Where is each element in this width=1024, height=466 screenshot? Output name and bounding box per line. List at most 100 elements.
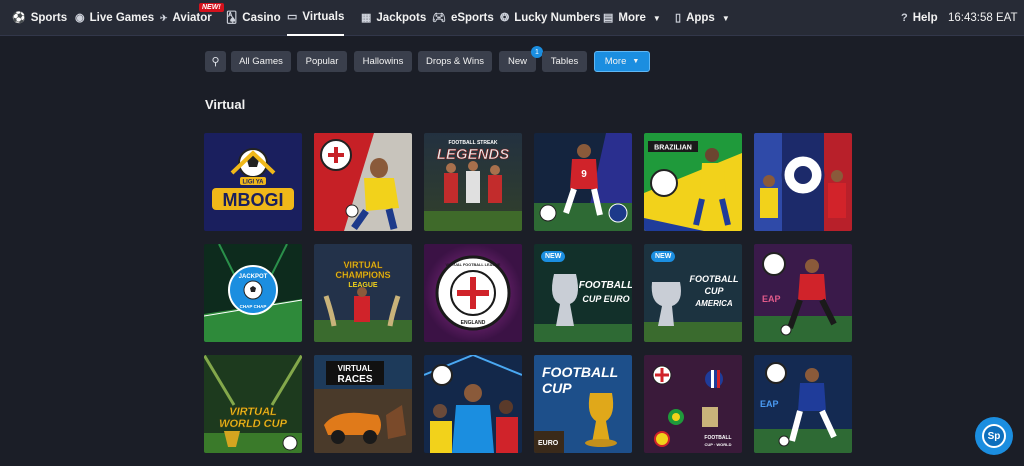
tile-text: LEGENDS	[437, 146, 510, 163]
chevron-down-icon: ▼	[632, 58, 640, 65]
live-icon: ◉	[75, 11, 85, 24]
new-tag: NEW	[651, 251, 676, 262]
chip-more[interactable]: More ▼	[594, 51, 650, 72]
tile-art: FOOTBALL STREAK LEGENDS	[424, 133, 522, 231]
nav-sports[interactable]: ⚽ Sports	[12, 0, 67, 36]
tile-text: VIRTUAL	[344, 260, 383, 270]
tile-art	[314, 133, 412, 231]
game-tile-virtual-football-league-9[interactable]: 9	[534, 133, 632, 231]
section-title: Virtual	[205, 97, 246, 112]
game-tile-football-cup-trophy[interactable]: FOOTBALL CUP EURO	[534, 355, 632, 453]
tile-text: BRAZILIAN	[654, 145, 692, 152]
grid-icon: ▦	[361, 11, 372, 24]
tile-text: RACES	[337, 374, 372, 385]
nav-casino[interactable]: 🂡 Casino	[226, 0, 281, 36]
tile-text: WORLD CUP	[219, 418, 287, 430]
gamepad-icon: 🎮︎	[432, 11, 446, 24]
nav-virtuals[interactable]: ▭ Virtuals	[287, 0, 345, 36]
chip-tables[interactable]: Tables	[542, 51, 587, 72]
more-grid-icon: ▤	[603, 11, 614, 24]
game-tile-football-streak-champions[interactable]	[754, 133, 852, 231]
chat-button[interactable]: Sp	[975, 417, 1013, 455]
chat-icon: Sp	[982, 424, 1006, 448]
tile-art: LIGI YA MBOGI	[204, 133, 302, 231]
nav-help[interactable]: ? Help	[901, 0, 938, 36]
game-tile-ligi-ya-mbogi[interactable]: LIGI YA MBOGI	[204, 133, 302, 231]
tile-text: CUP	[704, 286, 724, 296]
cards-icon: 🂡	[226, 11, 238, 24]
game-tile-virtual-races[interactable]: VIRTUAL RACES	[314, 355, 412, 453]
top-navigation: ⚽ Sports ◉ Live Games ✈ Aviator NEW! 🂡 C…	[0, 0, 1024, 36]
chip-all-games[interactable]: All Games	[231, 51, 291, 72]
chip-popular[interactable]: Popular	[297, 51, 347, 72]
tile-text: FOOTBALL	[542, 364, 618, 380]
game-tile-virtual-football-league-spain[interactable]	[314, 133, 412, 231]
nav-jackpots[interactable]: ▦ Jackpots	[361, 0, 426, 36]
chip-drops-wins[interactable]: Drops & Wins	[418, 51, 492, 72]
tile-art: VIRTUAL FOOTBALL LEAGUE ENGLAND	[424, 244, 522, 342]
tile-art: EAP	[754, 355, 852, 453]
game-tile-virtual-league-blue-striker[interactable]: EAP	[754, 355, 852, 453]
tile-text: EURO	[538, 440, 559, 447]
new-badge: NEW!	[199, 3, 224, 12]
game-tile-football-cup-america[interactable]: FOOTBALL CUP AMERICA NEW	[644, 244, 742, 342]
tile-art	[424, 355, 522, 453]
phone-icon: ▯	[675, 11, 682, 24]
svg-text:9: 9	[581, 169, 587, 180]
lucky-icon: ❂	[500, 11, 510, 24]
tile-text: VIRTUAL	[229, 406, 277, 418]
clock: 16:43:58 EAT	[948, 12, 1018, 24]
game-tile-virtual-champions-league[interactable]: VIRTUAL CHAMPIONS LEAGUE	[314, 244, 412, 342]
tile-text: JACKPOT	[239, 274, 268, 280]
search-button[interactable]: ⚲	[205, 51, 226, 72]
tile-text: EAP	[762, 294, 781, 304]
search-icon: ⚲	[211, 56, 220, 68]
tile-text: FOOTBALL	[704, 435, 731, 441]
tile-art: BRAZILIAN	[644, 133, 742, 231]
tile-art: JACKPOT CHAP CHAP	[204, 244, 302, 342]
chip-hallowins[interactable]: Hallowins	[354, 51, 412, 72]
tile-art	[754, 133, 852, 231]
tile-text: EAP	[760, 399, 779, 409]
tile-art: VIRTUAL WORLD CUP	[204, 355, 302, 453]
tile-text: VIRTUAL	[338, 364, 373, 373]
nav-more[interactable]: ▤ More ▼	[603, 0, 661, 36]
soccer-ball-icon: ⚽	[12, 11, 26, 24]
game-tile-virtual-league-red-striker[interactable]: EAP	[754, 244, 852, 342]
game-tile-virtual-football-league-england[interactable]: VIRTUAL FOOTBALL LEAGUE ENGLAND	[424, 244, 522, 342]
tile-art: EAP	[754, 244, 852, 342]
tile-art: VIRTUAL RACES	[314, 355, 412, 453]
tile-text: CUP · WORLD	[704, 442, 731, 447]
plane-icon: ✈	[160, 12, 168, 23]
tile-text: ENGLAND	[461, 320, 486, 326]
tile-art: FOOTBALL CUP · WORLD	[644, 355, 742, 453]
tile-text: VIRTUAL FOOTBALL LEAGUE	[446, 263, 501, 267]
game-tile-brazilian-league[interactable]: BRAZILIAN	[644, 133, 742, 231]
tile-text: AMERICA	[694, 299, 733, 308]
game-tile-football-cup-world[interactable]: FOOTBALL CUP · WORLD	[644, 355, 742, 453]
help-icon: ?	[901, 11, 908, 24]
game-tile-jackpot-chap-chap[interactable]: JACKPOT CHAP CHAP	[204, 244, 302, 342]
tile-text: FOOTBALL	[579, 280, 632, 291]
nav-lucky-numbers[interactable]: ❂ Lucky Numbers	[500, 0, 601, 36]
game-tile-football-streak-legends[interactable]: FOOTBALL STREAK LEGENDS	[424, 133, 522, 231]
nav-apps[interactable]: ▯ Apps ▼	[675, 0, 730, 36]
tile-art: FOOTBALL CUP EURO	[534, 355, 632, 453]
monitor-icon: ▭	[287, 10, 298, 23]
nav-esports[interactable]: 🎮︎ eSports	[432, 0, 494, 36]
tile-text: CHAMPIONS	[335, 270, 390, 280]
new-tag: NEW	[541, 251, 566, 262]
tile-art: VIRTUAL CHAMPIONS LEAGUE	[314, 244, 412, 342]
tile-text: CHAP CHAP	[240, 304, 267, 309]
chevron-down-icon: ▼	[652, 13, 661, 23]
game-tile-virtual-world-cup[interactable]: VIRTUAL WORLD CUP	[204, 355, 302, 453]
tile-text: LIGI YA	[242, 180, 264, 186]
tile-text: MBOGI	[223, 190, 284, 210]
game-tile-virtual-football-stars[interactable]	[424, 355, 522, 453]
nav-live-games[interactable]: ◉ Live Games	[75, 0, 154, 36]
chevron-down-icon: ▼	[721, 13, 730, 23]
tile-text: CUP EURO	[582, 294, 629, 304]
game-tile-football-cup-euro[interactable]: FOOTBALL CUP EURO NEW	[534, 244, 632, 342]
tile-text: FOOTBALL	[690, 274, 739, 284]
tile-text: CUP	[542, 380, 572, 396]
